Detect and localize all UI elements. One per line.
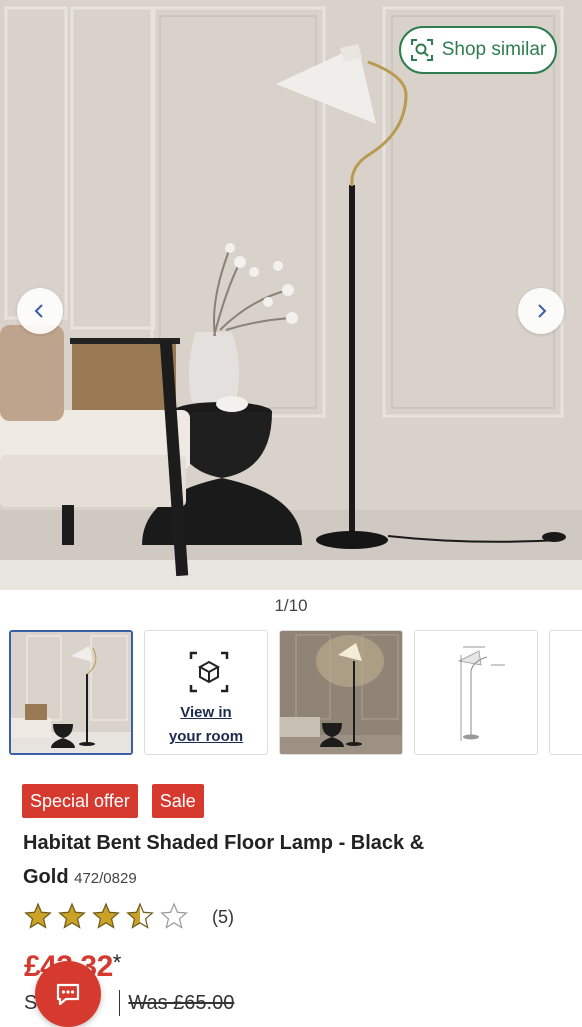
thumbnail-image [11,632,131,753]
dimensions-diagram-image [415,631,537,754]
thumbnail-5[interactable] [549,630,582,755]
product-title: Habitat Bent Shaded Floor Lamp - Black &… [23,826,463,896]
star-icon [58,902,86,929]
thumbnail-view-in-room[interactable]: View in your room [144,630,268,755]
thumbnail-strip[interactable]: View in your room [9,630,582,758]
review-count[interactable]: (5) [212,907,234,928]
product-sku: 472/0829 [74,870,137,887]
next-image-button[interactable] [518,288,564,334]
was-price: Was £65.00 [128,991,235,1014]
thumbnail-dimensions[interactable] [414,630,538,755]
thumbnail-3[interactable] [279,630,403,755]
star-icon [24,902,52,929]
price-asterisk: * [112,950,122,975]
image-counter: 1/10 [274,596,308,615]
chat-icon [56,983,80,1006]
badge-row: Special offer Sale [22,784,204,818]
ar-cube-icon [189,651,229,693]
thumbnail-1[interactable] [9,630,133,755]
star-rating [24,902,188,929]
previous-image-button[interactable] [17,288,63,334]
shop-similar-button[interactable]: Shop similar [399,26,557,74]
chevron-left-icon [34,304,43,318]
shop-similar-icon [410,39,433,61]
special-offer-badge: Special offer [22,784,138,818]
sale-badge: Sale [151,784,204,818]
thumbnail-image [280,631,402,754]
chat-button[interactable] [35,961,101,1027]
product-main-image[interactable] [0,0,582,590]
shop-similar-label: Shop similar [441,39,547,60]
star-icon [92,902,120,929]
rating-row[interactable]: (5) [24,902,234,932]
chevron-right-icon [538,304,547,318]
view-in-room-label: View in your room [168,704,244,745]
star-icon [126,902,154,929]
divider [119,990,121,1016]
lamp-scene-image [0,0,582,590]
star-icon [160,902,188,929]
